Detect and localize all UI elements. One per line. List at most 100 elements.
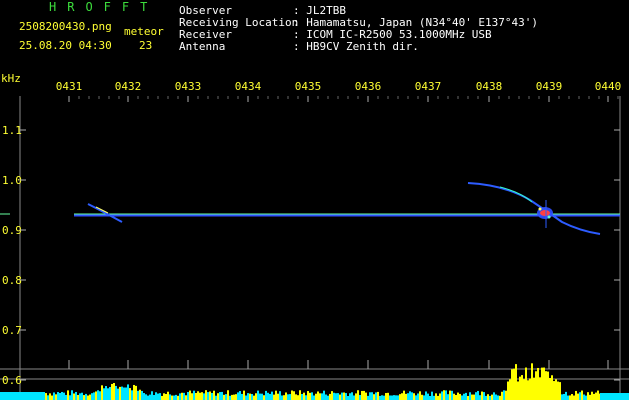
histogram-bar [395,395,397,400]
histogram-bar [375,392,377,400]
histogram-bar [455,394,457,400]
histogram-bar [477,390,479,400]
histogram-bar [95,391,97,400]
histogram-bar [527,380,529,400]
histogram-bar [383,395,385,400]
histogram-bar [207,392,209,400]
histogram-bar [297,395,299,400]
histogram-bar [151,391,153,400]
histogram-bar [267,392,269,400]
histogram-bar [277,393,279,400]
histogram-bar [241,393,243,400]
histogram-bar [581,390,583,400]
histogram-bar [187,392,189,400]
histogram-bar [51,395,53,400]
histogram-bar [279,391,281,400]
time-tick-label: 0432 [115,80,142,93]
histogram-bar [419,391,421,400]
time-tick-label: 0439 [536,80,563,93]
histogram-bar [171,395,173,400]
histogram-bar [437,395,439,400]
histogram-bar [467,395,469,400]
histogram-bar [97,390,99,400]
histogram-bar [441,391,443,400]
histogram-bar [365,392,367,400]
histogram-bar [509,379,511,400]
histogram-bar [143,393,145,400]
histogram-bar [539,377,541,400]
histogram-bar [367,395,369,400]
histogram-bar [191,393,193,400]
histogram-bar [45,393,47,400]
histogram-bar [145,394,147,400]
histogram-bar [523,379,525,400]
histogram-bar [463,393,465,400]
histogram-bar [573,395,575,400]
histogram-bar [199,392,201,400]
histogram-bar [325,394,327,400]
histogram-bar [115,385,117,400]
histogram-bar [227,390,229,400]
histogram-bar [453,393,455,400]
histogram-bar [121,386,123,400]
unit-label: kHz [1,72,21,85]
histogram-bar [407,393,409,400]
histogram-bar [203,393,205,400]
histogram-bar [93,392,95,400]
histogram-bar [425,391,427,400]
histogram-bar [515,364,517,400]
histogram-bar [389,395,391,400]
histogram-bar [511,369,513,400]
histogram-bar [189,390,191,400]
histogram-bar [555,379,557,400]
histogram-bar [385,393,387,400]
histogram-bar [47,395,49,400]
frequency-tick-label: 0.6 [2,374,22,387]
histogram-bar [75,391,77,400]
histogram-bar [109,387,111,400]
histogram-bar [363,390,365,400]
histogram-bar [91,393,93,400]
histogram-bar [331,391,333,400]
histogram-bar [579,392,581,400]
histogram-bar [215,395,217,400]
histogram-bar [475,392,477,400]
histogram-bar [185,395,187,400]
histogram-cyan-right [600,393,629,400]
histogram-bar [283,395,285,400]
histogram-bar [319,393,321,400]
histogram-bar [123,387,125,400]
histogram-bar [483,392,485,400]
meteor-burst [537,200,553,228]
histogram-bar [489,395,491,400]
histogram-bar [449,390,451,400]
histogram-bar [301,393,303,400]
frequency-ticks: 1.1 1.0 0.9 0.8 0.7 0.6 [2,124,620,387]
histogram-bar [545,371,547,400]
time-tick-label: 0437 [415,80,442,93]
histogram-bar [281,395,283,400]
histogram-bar [259,393,261,400]
histogram-bar [553,381,555,400]
histogram-bar [401,393,403,400]
histogram-bar [479,395,481,400]
time-ticks: 0431 0432 0433 0434 0435 0436 0437 0438 0439 0440 [56,80,621,369]
histogram-bar [491,394,493,400]
histogram-bar [71,390,73,400]
histogram-bar [589,394,591,400]
histogram-bar [247,393,249,400]
histogram-bar [157,393,159,400]
histogram-bar [89,394,91,400]
histogram-bar [503,390,505,400]
histogram-bar [359,394,361,400]
histogram-bar [381,395,383,400]
histogram-bar [583,394,585,400]
histogram-bar [245,395,247,400]
histogram-bar [327,395,329,400]
histogram-bar [423,395,425,400]
histogram-bar [79,393,81,400]
histogram-bar [127,384,129,400]
histogram-bar [179,393,181,400]
histogram-bar [263,395,265,400]
histogram-bar [213,390,215,400]
